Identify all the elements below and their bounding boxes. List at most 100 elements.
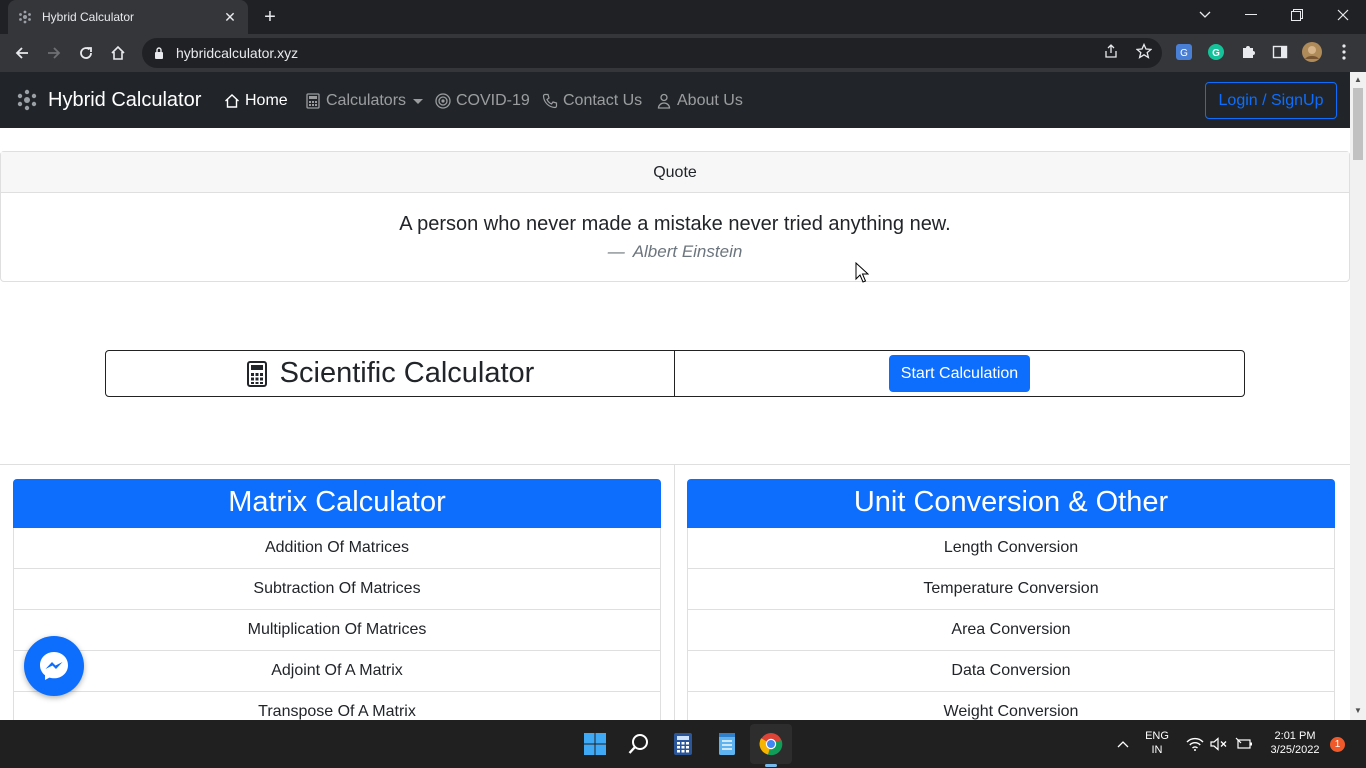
- notification-badge[interactable]: 1: [1330, 737, 1345, 752]
- quote-dash: —: [607, 242, 625, 261]
- language-code: ENG: [1145, 730, 1169, 742]
- unit-item-length[interactable]: Length Conversion: [687, 528, 1335, 569]
- scroll-up-icon[interactable]: ▲: [1353, 75, 1363, 85]
- minimize-icon[interactable]: [1228, 0, 1274, 30]
- active-app-indicator: [765, 764, 777, 767]
- nav-contact-label: Contact Us: [563, 92, 643, 109]
- nav-covid[interactable]: COVID-19: [435, 90, 530, 112]
- search-icon[interactable]: [623, 728, 655, 760]
- show-hidden-icons-chevron-icon[interactable]: [1108, 728, 1138, 760]
- svg-text:G: G: [1180, 48, 1188, 59]
- nav-calculators-dropdown[interactable]: Calculators: [305, 90, 424, 112]
- windows-taskbar: ENG IN 2:01 PM 3/25/2022 1: [0, 720, 1366, 768]
- unit-item-data[interactable]: Data Conversion: [687, 651, 1335, 692]
- section-divider: [674, 464, 675, 720]
- login-signup-button[interactable]: Login / SignUp: [1205, 82, 1337, 119]
- scientific-calculator-title: Scientific Calculator: [106, 351, 675, 396]
- forward-icon[interactable]: [42, 41, 66, 65]
- browser-menu-icon[interactable]: [1334, 42, 1354, 62]
- scroll-down-icon[interactable]: ▼: [1353, 706, 1363, 716]
- volume-muted-icon[interactable]: [1206, 728, 1232, 760]
- browser-tab[interactable]: Hybrid Calculator ✕: [8, 0, 248, 34]
- quote-author: — Albert Einstein: [1, 242, 1349, 262]
- start-windows-icon[interactable]: [579, 728, 611, 760]
- matrix-item-transpose[interactable]: Transpose Of A Matrix: [13, 692, 661, 720]
- unit-item-weight[interactable]: Weight Conversion: [687, 692, 1335, 720]
- nav-about[interactable]: About Us: [656, 90, 743, 112]
- site-navbar: Hybrid Calculator Home Calculators COVID…: [0, 72, 1350, 128]
- tab-search-icon[interactable]: [1182, 0, 1228, 30]
- nav-about-label: About Us: [677, 92, 743, 109]
- url-text: hybridcalculator.xyz: [176, 45, 299, 61]
- grammarly-extension-icon[interactable]: G: [1206, 42, 1226, 62]
- home-icon[interactable]: [106, 41, 130, 65]
- nav-contact[interactable]: Contact Us: [542, 90, 642, 112]
- language-indicator[interactable]: ENG IN: [1141, 729, 1173, 757]
- nav-home-label: Home: [245, 92, 288, 109]
- unit-item-temperature[interactable]: Temperature Conversion: [687, 569, 1335, 610]
- scientific-action-cell: Start Calculation: [675, 351, 1244, 396]
- matrix-item-adjoint[interactable]: Adjoint Of A Matrix: [13, 651, 661, 692]
- mouse-cursor-icon: [855, 262, 869, 283]
- person-icon: [656, 93, 672, 109]
- share-icon[interactable]: [1101, 41, 1121, 61]
- clock[interactable]: 2:01 PM 3/25/2022: [1262, 729, 1328, 757]
- matrix-calculator-panel: Matrix Calculator Addition Of Matrices S…: [13, 479, 661, 720]
- page-scrollbar[interactable]: ▲ ▼: [1350, 72, 1366, 720]
- unit-conversion-panel: Unit Conversion & Other Length Conversio…: [687, 479, 1335, 720]
- notepad-app-icon[interactable]: [711, 728, 743, 760]
- clock-date: 3/25/2022: [1270, 744, 1320, 756]
- address-bar[interactable]: hybridcalculator.xyz: [142, 38, 1162, 68]
- profile-avatar[interactable]: [1302, 42, 1322, 62]
- quote-text: A person who never made a mistake never …: [399, 213, 951, 235]
- restore-icon[interactable]: [1274, 0, 1320, 30]
- new-tab-icon[interactable]: +: [260, 7, 280, 27]
- scientific-calculator-row: Scientific Calculator Start Calculation: [105, 350, 1245, 397]
- target-icon: [435, 93, 451, 109]
- clock-time: 2:01 PM: [1274, 730, 1316, 742]
- calculator-icon: [246, 360, 268, 387]
- quote-header: Quote: [1, 152, 1349, 193]
- translate-extension-icon[interactable]: G: [1174, 42, 1194, 62]
- back-icon[interactable]: [10, 41, 34, 65]
- window-close-icon[interactable]: [1320, 0, 1366, 30]
- messenger-icon: [40, 652, 68, 680]
- site-brand[interactable]: Hybrid Calculator: [16, 86, 201, 114]
- calculator-icon: [305, 93, 321, 109]
- chrome-app-icon[interactable]: [755, 728, 787, 760]
- calculator-app-icon[interactable]: [667, 728, 699, 760]
- bookmark-star-icon[interactable]: [1134, 41, 1154, 61]
- messenger-chat-button[interactable]: [24, 636, 84, 696]
- matrix-calculator-title: Matrix Calculator: [13, 479, 661, 528]
- brand-name: Hybrid Calculator: [48, 88, 202, 111]
- chevron-down-icon: [413, 98, 424, 104]
- scientific-calculator-label: Scientific Calculator: [279, 357, 535, 389]
- nav-covid-label: COVID-19: [456, 92, 530, 109]
- battery-icon[interactable]: [1230, 728, 1258, 760]
- nav-calculators-label: Calculators: [326, 92, 407, 109]
- brand-logo-icon: [16, 89, 38, 111]
- matrix-item-subtraction[interactable]: Subtraction Of Matrices: [13, 569, 661, 610]
- tab-close-icon[interactable]: ✕: [222, 9, 238, 25]
- phone-icon: [542, 93, 558, 109]
- svg-text:G: G: [1212, 48, 1220, 59]
- unit-conversion-title: Unit Conversion & Other: [687, 479, 1335, 528]
- matrix-item-multiplication[interactable]: Multiplication Of Matrices: [13, 610, 661, 651]
- site-favicon-icon: [18, 10, 32, 24]
- unit-item-area[interactable]: Area Conversion: [687, 610, 1335, 651]
- home-icon: [224, 93, 240, 109]
- browser-tab-bar: Hybrid Calculator ✕ +: [0, 0, 1366, 34]
- reload-icon[interactable]: [74, 41, 98, 65]
- lock-icon: [154, 46, 168, 60]
- matrix-item-addition[interactable]: Addition Of Matrices: [13, 528, 661, 569]
- tab-title: Hybrid Calculator: [42, 10, 135, 24]
- quote-author-name: Albert Einstein: [632, 242, 743, 261]
- quote-card: Quote A person who never made a mistake …: [0, 151, 1350, 282]
- wifi-icon[interactable]: [1181, 728, 1209, 760]
- scrollbar-thumb[interactable]: [1353, 88, 1363, 160]
- extensions-puzzle-icon[interactable]: [1238, 42, 1258, 62]
- browser-toolbar: hybridcalculator.xyz G G: [0, 34, 1366, 72]
- side-panel-icon[interactable]: [1270, 42, 1290, 62]
- start-calculation-button[interactable]: Start Calculation: [889, 355, 1030, 392]
- nav-home[interactable]: Home: [224, 90, 288, 112]
